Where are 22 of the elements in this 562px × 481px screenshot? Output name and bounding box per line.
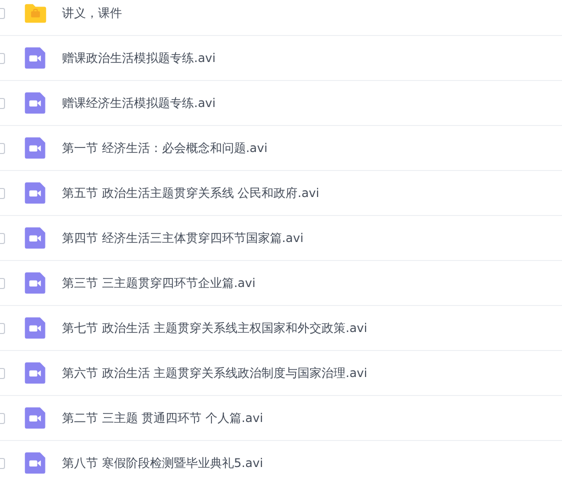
file-name[interactable]: 第八节 寒假阶段检测暨毕业典礼5.avi xyxy=(62,454,264,472)
file-name[interactable]: 第三节 三主题贯穿四环节企业篇.avi xyxy=(62,274,256,292)
video-file-icon xyxy=(24,226,47,250)
file-name[interactable]: 讲义，课件 xyxy=(62,4,122,22)
video-file-icon xyxy=(24,406,47,430)
file-name[interactable]: 赠课政治生活模拟题专练.avi xyxy=(62,50,216,66)
file-name[interactable]: 第五节 政治生活主题贯穿关系线 公民和政府.avi xyxy=(62,184,320,202)
file-name[interactable]: 第二节 三主题 贯通四环节 个人篇.avi xyxy=(62,410,264,426)
file-name[interactable]: 第六节 政治生活 主题贯穿关系线政治制度与国家治理.avi xyxy=(62,364,368,382)
video-file-icon xyxy=(24,361,47,385)
video-file-icon xyxy=(24,181,47,205)
video-file-icon xyxy=(24,316,47,340)
video-file-icon xyxy=(24,46,47,70)
video-file-icon xyxy=(24,136,47,160)
folder-icon xyxy=(24,1,47,25)
video-file-icon xyxy=(24,271,47,295)
file-name[interactable]: 赠课经济生活模拟题专练.avi xyxy=(62,94,216,112)
file-name[interactable]: 第一节 经济生活：必会概念和问题.avi xyxy=(62,140,268,156)
video-file-icon xyxy=(24,91,47,115)
file-name[interactable]: 第四节 经济生活三主体贯穿四环节国家篇.avi xyxy=(62,230,304,246)
file-name[interactable]: 第七节 政治生活 主题贯穿关系线主权国家和外交政策.avi xyxy=(62,320,368,336)
video-file-icon xyxy=(24,451,47,475)
